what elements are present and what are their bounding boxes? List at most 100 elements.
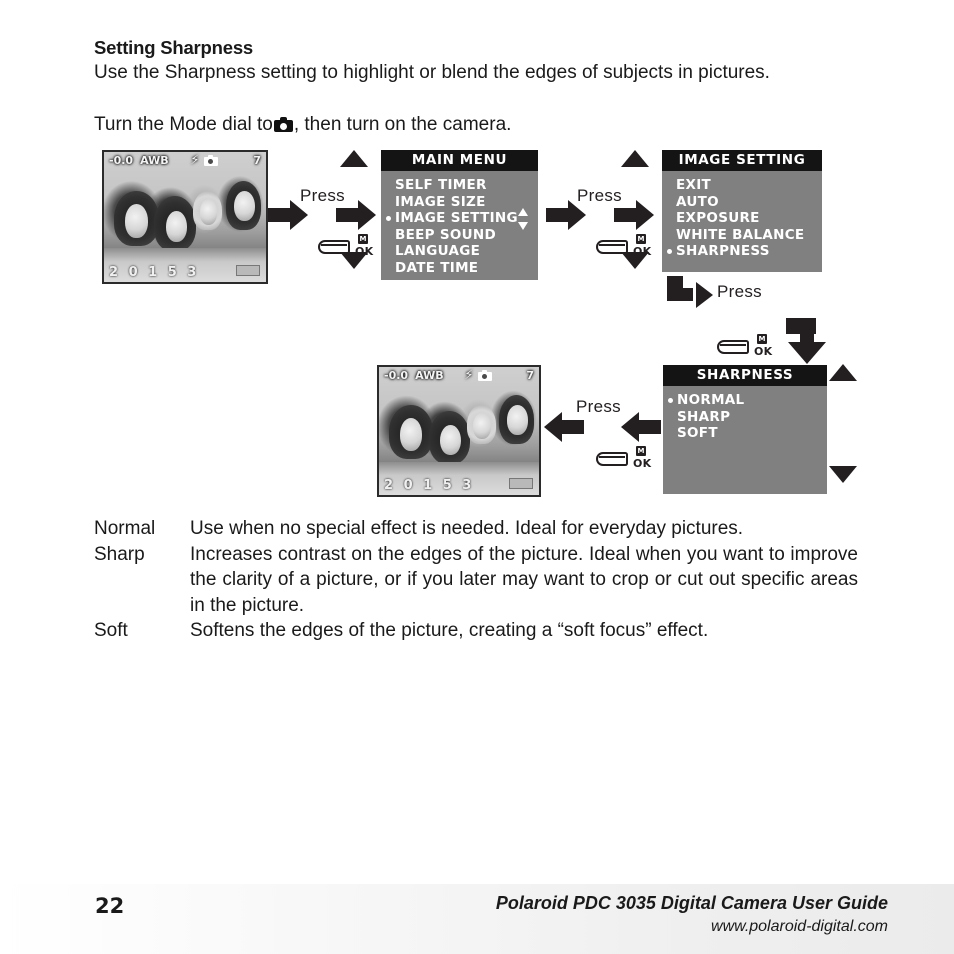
- menu-ok-button-icon-3: M OK: [717, 334, 779, 358]
- lcd-bottom-info: 2 0 1 5 3: [384, 478, 475, 493]
- menu-item-label: SOFT: [677, 425, 718, 441]
- document-page: Setting Sharpness Use the Sharpness sett…: [0, 0, 954, 954]
- main-menu-items: SELF TIMER IMAGE SIZE IMAGE SETTING BEEP…: [381, 171, 538, 276]
- selection-dot-icon: [386, 216, 391, 221]
- menu-item-soft[interactable]: SOFT: [677, 425, 827, 442]
- camera-mode-icon: [477, 369, 492, 381]
- definition-description: Increases contrast on the edges of the p…: [190, 543, 858, 616]
- selection-dot-icon: [667, 249, 672, 254]
- menu-item-date-time[interactable]: DATE TIME: [395, 260, 538, 277]
- page-title: Setting Sharpness: [94, 37, 254, 58]
- press-label-3: Press: [717, 282, 762, 301]
- lcd-awb-label: AWB: [415, 368, 444, 382]
- menu-item-image-setting[interactable]: IMAGE SETTING: [386, 210, 538, 227]
- footer-title: Polaroid PDC 3035 Digital Camera User Gu…: [495, 893, 888, 913]
- definition-row-soft: Soft Softens the edges of the picture, c…: [94, 618, 858, 644]
- menu-item-exit[interactable]: EXIT: [676, 177, 822, 194]
- lcd-awb-label: AWB: [140, 153, 169, 167]
- menu-item-label: WHITE BALANCE: [676, 226, 805, 243]
- m-button-icon: M: [757, 334, 767, 344]
- definition-term: Normal: [94, 518, 156, 539]
- menu-item-beep-sound[interactable]: BEEP SOUND: [395, 227, 538, 244]
- menu-item-label: LANGUAGE: [395, 243, 481, 259]
- flow-arrow-into-image-setting: [614, 200, 654, 230]
- sharpness-title: SHARPNESS: [663, 365, 827, 386]
- m-button-icon: M: [636, 446, 646, 456]
- menu-item-label: SHARP: [677, 408, 731, 425]
- flow-arrow-into-main-menu: [336, 200, 376, 230]
- battery-icon: [236, 265, 260, 276]
- menu-item-label: BEEP SOUND: [395, 226, 496, 243]
- nav-down-triangle-1[interactable]: [340, 252, 368, 269]
- menu-item-sharp[interactable]: SHARP: [677, 409, 827, 426]
- main-menu-panel: MAIN MENU SELF TIMER IMAGE SIZE IMAGE SE…: [381, 150, 538, 280]
- menu-item-label: EXPOSURE: [676, 210, 760, 226]
- menu-item-self-timer[interactable]: SELF TIMER: [395, 177, 538, 194]
- ok-label-3: OK: [754, 345, 773, 358]
- lcd-ev-value: -0.0: [109, 153, 134, 167]
- menu-item-label: DATE TIME: [395, 259, 479, 276]
- camera-lcd-preview-bottom: -0.0 AWB ⚡ 7 2 0 1 5 3: [377, 365, 541, 497]
- m-button-icon: M: [636, 234, 646, 244]
- menu-item-auto[interactable]: AUTO: [676, 194, 822, 211]
- menu-item-label: SELF TIMER: [395, 177, 487, 193]
- definition-row-sharp: Sharp Increases contrast on the edges of…: [94, 542, 858, 619]
- menu-item-normal[interactable]: NORMAL: [668, 392, 827, 409]
- nav-up-triangle-1[interactable]: [340, 150, 368, 167]
- flow-arrow-to-sharpness: [667, 276, 713, 310]
- flash-bolt-icon: ⚡: [190, 152, 200, 168]
- image-setting-items: EXIT AUTO EXPOSURE WHITE BALANCE SHARPNE…: [662, 171, 822, 260]
- footer-url[interactable]: www.polaroid-digital.com: [0, 918, 888, 936]
- intro-paragraph: Use the Sharpness setting to highlight o…: [94, 62, 770, 83]
- camera-mode-icon: [203, 154, 218, 166]
- lcd-osd-bar: -0.0 AWB ⚡ 7: [104, 152, 266, 168]
- lcd-photo-subjects: [104, 152, 266, 282]
- menu-item-sharpness[interactable]: SHARPNESS: [667, 243, 822, 260]
- menu-item-exposure[interactable]: EXPOSURE: [676, 210, 822, 227]
- flow-arrow-down-into-sharpness: [786, 318, 826, 366]
- menu-item-language[interactable]: LANGUAGE: [395, 243, 538, 260]
- definition-term: Soft: [94, 620, 128, 641]
- definition-description: Softens the edges of the picture, creati…: [190, 620, 709, 641]
- nav-down-triangle-2[interactable]: [621, 252, 649, 269]
- lcd-photo-subjects: [379, 367, 539, 495]
- lcd-shots-remaining: 7: [526, 368, 534, 382]
- sharpness-options-descriptions: Normal Use when no special effect is nee…: [94, 516, 858, 644]
- selection-dot-icon: [668, 398, 673, 403]
- mode-dial-instruction-prefix: Turn the Mode dial to: [94, 114, 273, 135]
- menu-item-label: AUTO: [676, 193, 719, 210]
- definition-row-normal: Normal Use when no special effect is nee…: [94, 516, 858, 542]
- sharpness-panel: SHARPNESS NORMAL SHARP SOFT: [663, 365, 827, 494]
- menu-item-label: IMAGE SETTING: [395, 210, 518, 226]
- nav-up-triangle-2[interactable]: [621, 150, 649, 167]
- flow-arrow-sharpness-to-lcd: [621, 412, 661, 442]
- nav-up-triangle-3[interactable]: [829, 364, 857, 381]
- definition-term: Sharp: [94, 543, 145, 565]
- menu-item-white-balance[interactable]: WHITE BALANCE: [676, 227, 822, 244]
- image-setting-panel: IMAGE SETTING EXIT AUTO EXPOSURE WHITE B…: [662, 150, 822, 272]
- flow-arrow-into-lcd-bottom: [544, 412, 584, 442]
- mode-dial-instruction-suffix: , then turn on the camera.: [293, 114, 512, 135]
- menu-item-label: IMAGE SIZE: [395, 193, 486, 210]
- nav-down-triangle-3[interactable]: [829, 466, 857, 483]
- sharpness-items: NORMAL SHARP SOFT: [663, 386, 827, 442]
- lcd-shots-remaining: 7: [253, 153, 261, 167]
- mode-dial-instruction: Turn the Mode dial to , then turn on the …: [94, 112, 858, 138]
- definition-description: Use when no special effect is needed. Id…: [190, 518, 744, 539]
- camera-mode-icon: [273, 117, 293, 132]
- main-menu-title: MAIN MENU: [381, 150, 538, 171]
- m-button-icon: M: [358, 234, 368, 244]
- lcd-osd-bar: -0.0 AWB ⚡ 7: [379, 367, 539, 383]
- battery-icon: [509, 478, 533, 489]
- menu-item-label: NORMAL: [677, 392, 745, 408]
- ok-label-4: OK: [633, 457, 652, 470]
- menu-item-label: EXIT: [676, 177, 712, 193]
- menu-item-label: SHARPNESS: [676, 243, 770, 259]
- image-setting-title: IMAGE SETTING: [662, 150, 822, 171]
- menu-ok-button-icon-4: M OK: [596, 446, 658, 470]
- scroll-indicator-icon: [518, 208, 529, 230]
- lcd-ev-value: -0.0: [384, 368, 409, 382]
- menu-item-image-size[interactable]: IMAGE SIZE: [395, 194, 538, 211]
- flash-bolt-icon: ⚡: [464, 367, 474, 383]
- lcd-bottom-info: 2 0 1 5 3: [109, 265, 200, 280]
